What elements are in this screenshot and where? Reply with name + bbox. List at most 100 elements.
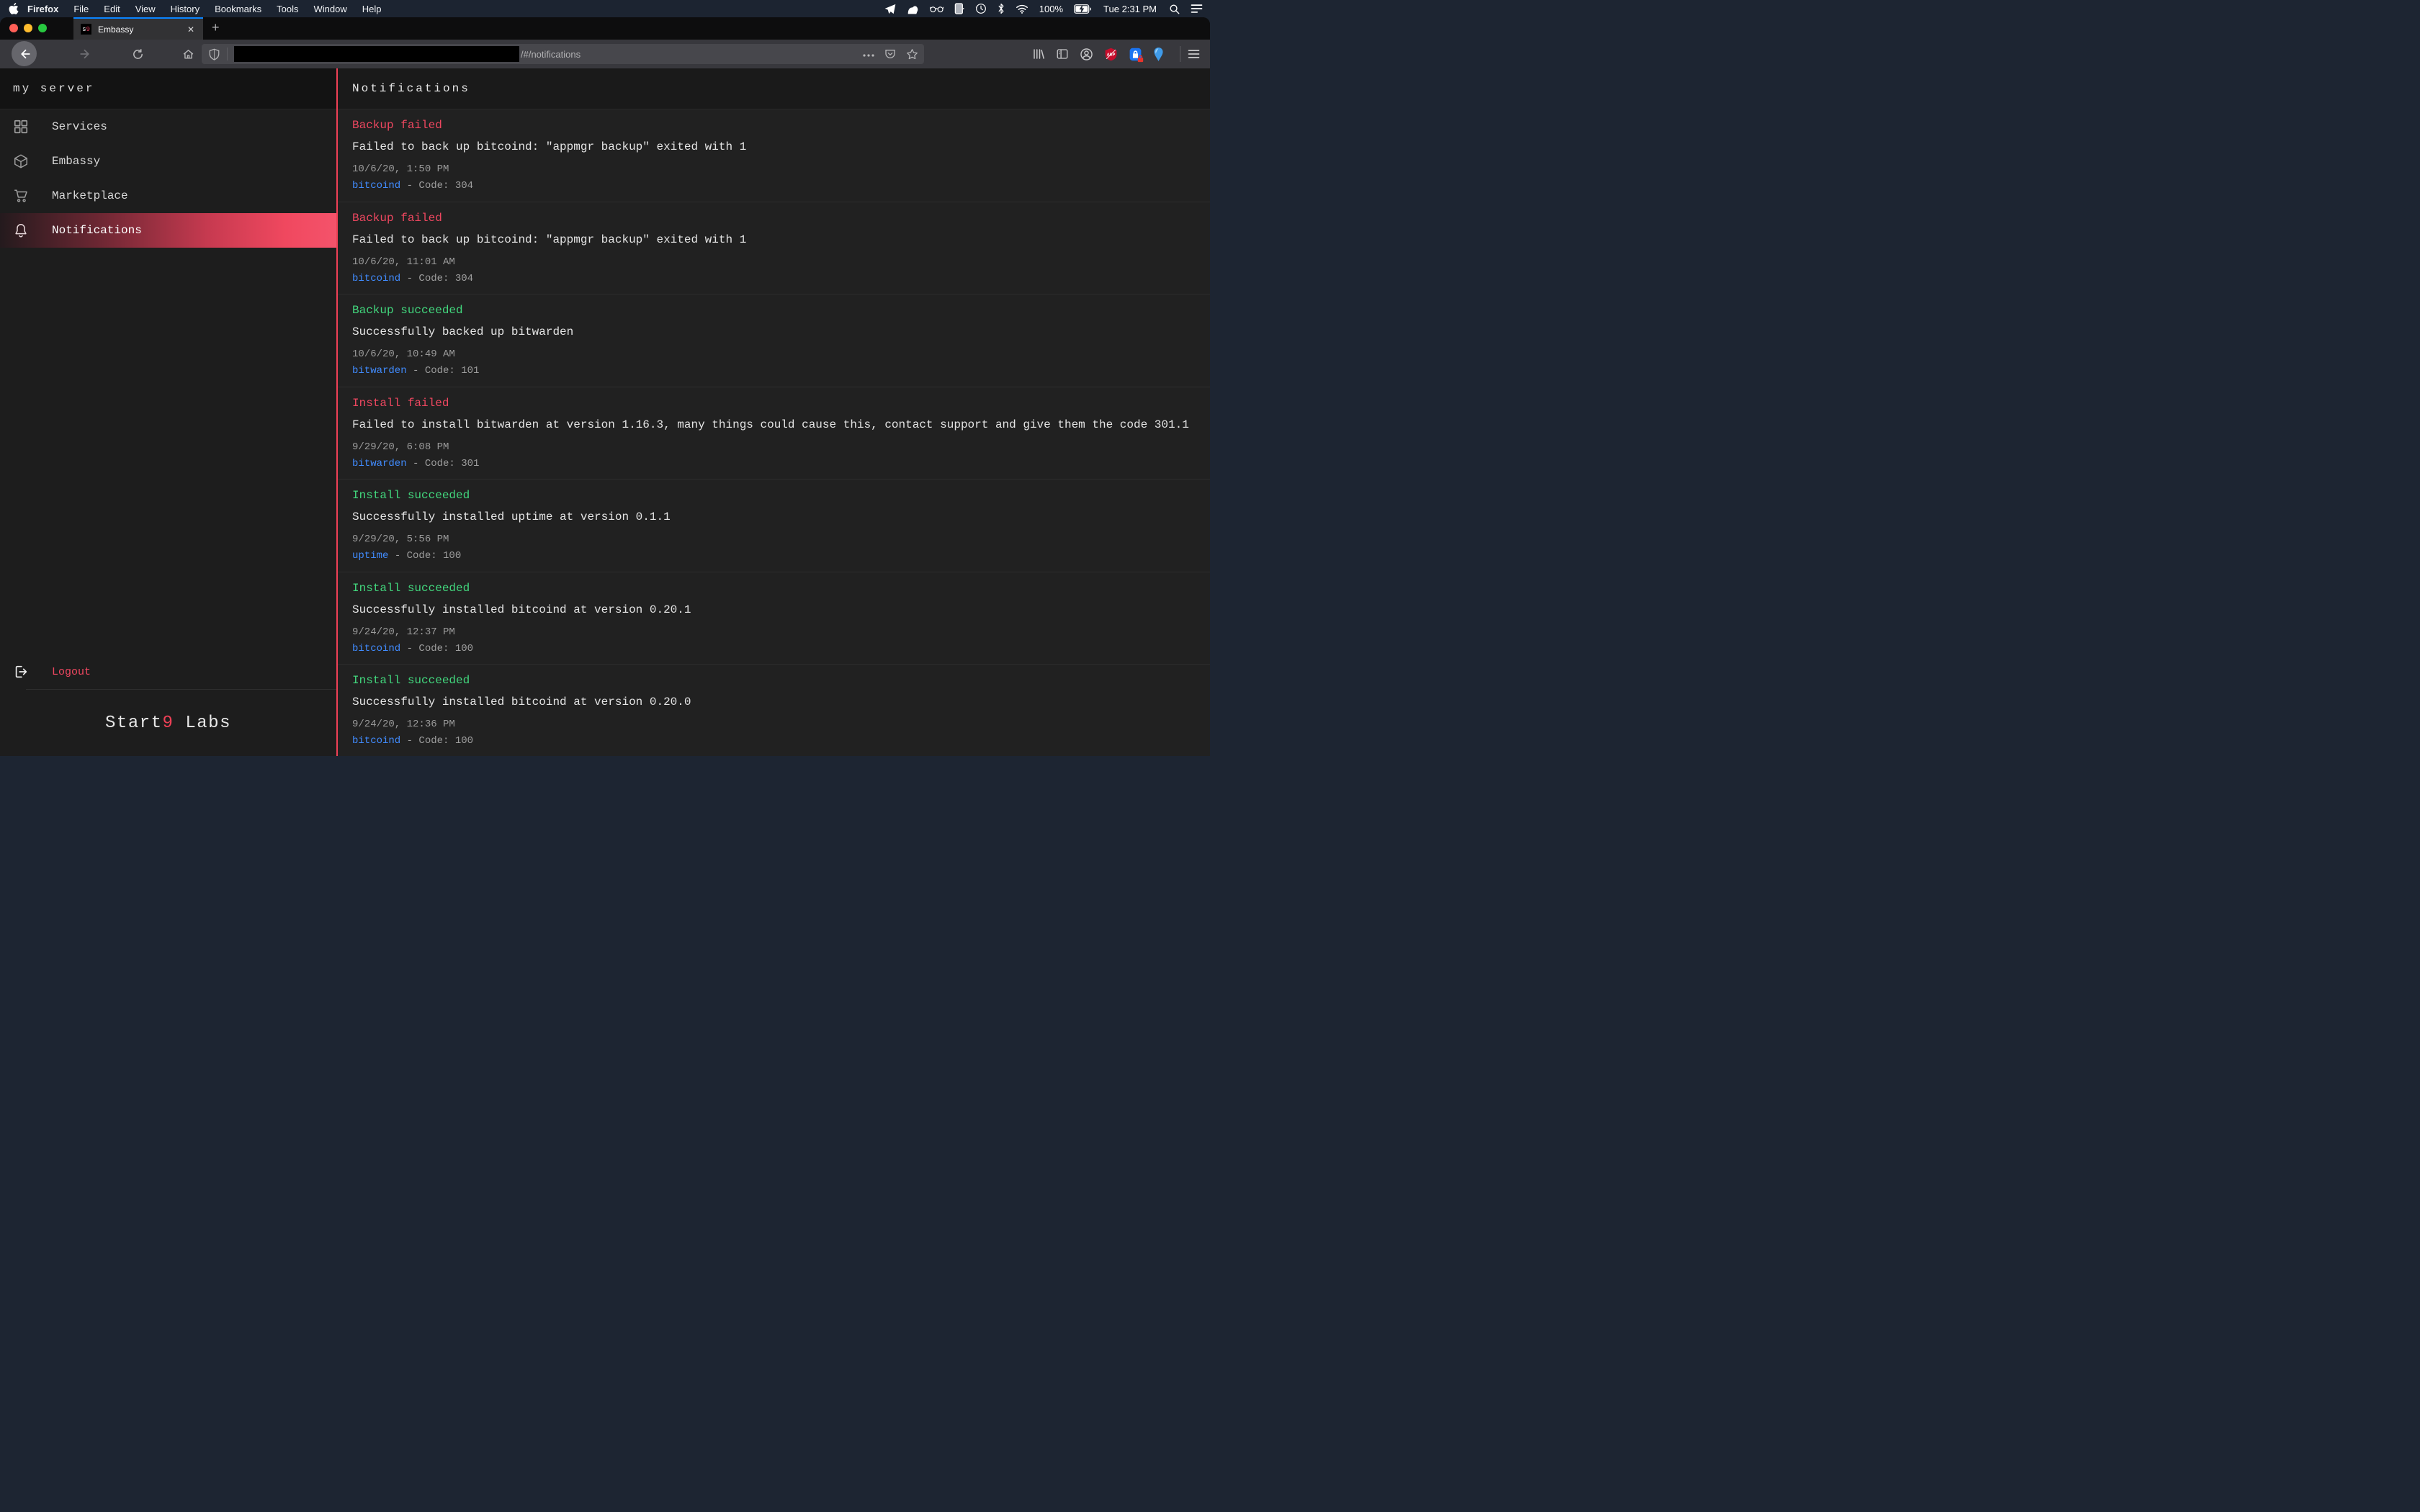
- app-silhouette-icon[interactable]: [907, 4, 919, 14]
- menubar-item-firefox[interactable]: Firefox: [27, 4, 58, 14]
- url-path-text[interactable]: /#/notifications: [521, 49, 581, 60]
- library-icon[interactable]: [1032, 48, 1045, 60]
- service-link[interactable]: bitcoind: [352, 180, 400, 192]
- notification-code-line: uptime - Code: 100: [352, 549, 1196, 563]
- bell-icon: [13, 222, 29, 238]
- notification-code: - Code: 304: [400, 180, 473, 192]
- battery-icon[interactable]: [1074, 4, 1091, 14]
- page-header: Notifications: [338, 68, 1210, 109]
- notification-code: - Code: 100: [400, 735, 473, 747]
- sidebar-item-label: Notifications: [52, 224, 142, 237]
- zoom-window-button[interactable]: [38, 24, 47, 32]
- tab-close-icon[interactable]: ✕: [184, 23, 197, 36]
- service-link[interactable]: bitcoind: [352, 735, 400, 747]
- notification-message: Failed to back up bitcoind: "appmgr back…: [352, 140, 1196, 155]
- forward-button[interactable]: [76, 40, 95, 68]
- notification-timestamp: 9/24/20, 12:36 PM: [352, 717, 1196, 732]
- display-icon[interactable]: [954, 3, 964, 14]
- close-window-button[interactable]: [9, 24, 18, 32]
- notification-timestamp: 9/29/20, 6:08 PM: [352, 440, 1196, 454]
- notification-code: - Code: 101: [407, 365, 480, 377]
- service-link[interactable]: bitcoind: [352, 273, 400, 284]
- pocket-icon[interactable]: [884, 48, 896, 60]
- server-name-title: my server: [13, 82, 94, 95]
- notification-item: Install succeededSuccessfully installed …: [338, 480, 1210, 572]
- macos-menubar: Firefox File Edit View History Bookmarks Tools…: [0, 0, 1210, 17]
- menubar-item-window[interactable]: Window: [314, 4, 347, 14]
- glasses-icon[interactable]: [930, 5, 944, 13]
- urlbar-separator: [227, 48, 228, 60]
- back-button[interactable]: [12, 41, 37, 66]
- service-link[interactable]: bitwarden: [352, 365, 407, 377]
- menubar-item-bookmarks[interactable]: Bookmarks: [215, 4, 261, 14]
- notification-item: Install succeededSuccessfully installed …: [338, 665, 1210, 756]
- tab-bar: s9 Embassy ✕ +: [0, 17, 1210, 40]
- logout-button[interactable]: Logout: [0, 654, 336, 689]
- menubar-item-edit[interactable]: Edit: [104, 4, 120, 14]
- bluetooth-icon[interactable]: [998, 3, 1005, 14]
- firefox-window: s9 Embassy ✕ + /#/notifications: [0, 17, 1210, 756]
- sidebar: my server Services Embassy Marketplace Noti…: [0, 68, 338, 756]
- sidebar-item-notifications[interactable]: Notifications: [0, 213, 336, 248]
- service-link[interactable]: bitcoind: [352, 643, 400, 654]
- sidebar-item-label: Marketplace: [52, 189, 128, 202]
- embassy-app: my server Services Embassy Marketplace Noti…: [0, 68, 1210, 756]
- menubar-item-tools[interactable]: Tools: [277, 4, 298, 14]
- sidebar-item-embassy[interactable]: Embassy: [0, 144, 336, 179]
- sidebar-item-label: Services: [52, 120, 107, 133]
- apple-icon[interactable]: [9, 3, 19, 14]
- menubar-items: Firefox File Edit View History Bookmarks Tools…: [27, 4, 382, 14]
- notification-code: - Code: 301: [407, 458, 480, 469]
- spotlight-search-icon[interactable]: [1169, 4, 1180, 14]
- notification-code: - Code: 100: [388, 550, 461, 562]
- notification-code-line: bitcoind - Code: 304: [352, 271, 1196, 286]
- menubar-item-help[interactable]: Help: [362, 4, 382, 14]
- sidebar-toggle-icon[interactable]: [1056, 48, 1069, 60]
- tab-embassy[interactable]: s9 Embassy ✕: [73, 17, 203, 40]
- service-link[interactable]: uptime: [352, 550, 388, 562]
- new-tab-button[interactable]: +: [207, 20, 224, 35]
- menubar-item-view[interactable]: View: [135, 4, 156, 14]
- logout-icon: [13, 664, 29, 680]
- service-link[interactable]: bitwarden: [352, 458, 407, 469]
- notification-message: Successfully installed bitcoind at versi…: [352, 695, 1196, 710]
- menubar-clock: Tue 2:31 PM: [1103, 4, 1157, 14]
- password-manager-icon[interactable]: [1129, 48, 1142, 61]
- sidebar-item-marketplace[interactable]: Marketplace: [0, 179, 336, 213]
- notification-title: Install failed: [352, 396, 1196, 411]
- page-actions-icon[interactable]: [863, 48, 874, 60]
- toolbar-right-icons: ABP: [1032, 40, 1210, 68]
- wifi-icon[interactable]: [1016, 4, 1028, 14]
- notification-title: Backup failed: [352, 118, 1196, 133]
- extension-kite-icon[interactable]: [1153, 48, 1164, 61]
- notification-title: Backup failed: [352, 211, 1196, 226]
- notification-timestamp: 9/24/20, 12:37 PM: [352, 625, 1196, 639]
- minimize-window-button[interactable]: [24, 24, 32, 32]
- notification-center-icon[interactable]: [1191, 4, 1203, 14]
- traffic-lights: [9, 24, 47, 32]
- notification-code-line: bitwarden - Code: 101: [352, 364, 1196, 378]
- menubar-item-file[interactable]: File: [73, 4, 89, 14]
- menubar-item-history[interactable]: History: [171, 4, 200, 14]
- home-button[interactable]: [179, 40, 197, 68]
- battery-percent-label: 100%: [1039, 4, 1063, 14]
- url-bar[interactable]: /#/notifications: [202, 44, 924, 64]
- sidebar-item-services[interactable]: Services: [0, 109, 336, 144]
- browser-toolbar: /#/notifications: [0, 40, 1210, 68]
- notification-item: Install succeededSuccessfully installed …: [338, 572, 1210, 665]
- cart-icon: [13, 188, 29, 204]
- notification-title: Install succeeded: [352, 488, 1196, 503]
- notification-list: Backup failed Failed to back up bitcoind:…: [338, 109, 1210, 756]
- notification-timestamp: 10/6/20, 11:01 AM: [352, 255, 1196, 269]
- grid-icon: [13, 119, 29, 135]
- reload-button[interactable]: [128, 40, 147, 68]
- time-machine-icon[interactable]: [975, 3, 987, 14]
- sidebar-menu: Services Embassy Marketplace Notifications: [0, 109, 336, 248]
- account-icon[interactable]: [1080, 48, 1093, 61]
- notification-message: Successfully installed bitcoind at versi…: [352, 603, 1196, 618]
- adblock-plus-icon[interactable]: ABP: [1104, 48, 1118, 61]
- menu-hamburger-icon[interactable]: [1188, 49, 1200, 59]
- telegram-icon[interactable]: [884, 4, 896, 14]
- tracking-protection-shield-icon[interactable]: [209, 48, 220, 60]
- bookmark-star-icon[interactable]: [906, 48, 918, 60]
